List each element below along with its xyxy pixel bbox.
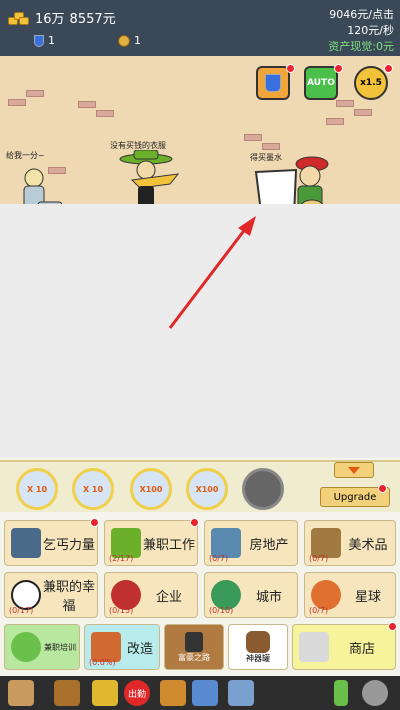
tab-count: (0/17) <box>9 606 34 615</box>
book-icon[interactable] <box>8 680 34 706</box>
tab-beggar-power[interactable]: 乞丐力量 <box>4 520 98 566</box>
tab-count: (0/7) <box>309 606 329 615</box>
money-bag-icon <box>118 34 130 47</box>
tab-count: (0/7) <box>209 554 229 563</box>
tab-label: 星球 <box>354 589 381 605</box>
bag-counter: 1 <box>118 34 141 47</box>
crown-icon[interactable] <box>92 680 118 706</box>
tab-label: 美术品 <box>348 537 388 553</box>
wall-brick <box>326 118 344 125</box>
notification-dot <box>190 518 199 527</box>
wall-brick <box>262 143 280 150</box>
skill-multiplier-1[interactable]: X 10 <box>16 468 58 510</box>
notification-dot <box>378 484 387 493</box>
lock-icon <box>185 631 203 652</box>
battery-icon <box>334 680 348 706</box>
tab-label: 神器罐 <box>246 653 270 663</box>
tab-label: 兼职工作 <box>142 537 195 553</box>
tab-label: 兼职培训 <box>44 642 76 652</box>
tab-label: 富豪之路 <box>178 652 210 662</box>
assets-value: :0元 <box>372 40 394 53</box>
potion-count: 1 <box>48 34 55 47</box>
tab-renovation[interactable]: 改造 (0.0%) <box>84 624 160 670</box>
skill-multiplier-3[interactable]: X100 <box>130 468 172 510</box>
money-display: 16万 8557元 <box>8 8 116 27</box>
tab-enterprise[interactable]: 企业 (0/15) <box>104 572 198 618</box>
wall-brick <box>8 99 26 106</box>
potion-counter: 1 <box>34 34 55 47</box>
potion-icon <box>265 74 281 92</box>
speed-boost-button[interactable]: x1.5 <box>354 66 388 100</box>
tab-count: (0/15) <box>109 606 134 615</box>
tutorial-arrow <box>168 216 256 329</box>
medal-icon[interactable] <box>160 680 186 706</box>
event-button[interactable]: 出勤 <box>124 680 150 706</box>
bottom-toolbar: 出勤 <box>0 676 400 710</box>
shopping-cart-icon <box>299 632 329 662</box>
tab-artifact-jar[interactable]: 神器罐 <box>228 624 288 670</box>
auto-click-button[interactable]: AUTO <box>304 66 338 100</box>
jar-icon <box>246 630 270 653</box>
tab-real-estate[interactable]: 房地产 (0/7) <box>204 520 298 566</box>
tab-part-time-job[interactable]: 兼职工作 (2/17) <box>104 520 198 566</box>
notification-dot <box>90 518 99 527</box>
chevron-down-icon <box>348 466 360 474</box>
skill-multiplier-2[interactable]: X 10 <box>72 468 114 510</box>
assets-label: 资产现觉 <box>328 40 373 53</box>
tab-part-time-happiness[interactable]: 兼职的幸福 (0/17) <box>4 572 98 618</box>
wall-brick <box>244 134 262 141</box>
tab-label: 商店 <box>348 641 375 657</box>
potion-icon <box>34 34 44 47</box>
tab-training[interactable]: 兼职培训 <box>4 624 80 670</box>
notification-dot <box>286 64 295 73</box>
winged-box-icon[interactable] <box>192 680 218 706</box>
beggar-power-icon <box>11 528 41 558</box>
tab-label: 乞丐力量 <box>42 537 95 553</box>
tab-count: (0.0%) <box>89 658 116 667</box>
tab-planet[interactable]: 星球 (0/7) <box>304 572 396 618</box>
treasure-chest-icon[interactable] <box>54 680 80 706</box>
alien-icon <box>11 632 41 662</box>
skill-locked-5[interactable] <box>242 468 284 510</box>
wall-brick <box>354 109 372 116</box>
tab-count: (0/10) <box>209 606 234 615</box>
tab-label: 房地产 <box>249 537 289 553</box>
tab-label: 城市 <box>255 589 282 605</box>
tab-art[interactable]: 美术品 (0/7) <box>304 520 396 566</box>
wall-brick <box>336 100 354 107</box>
potion-boost-button[interactable] <box>256 66 290 100</box>
notification-dot <box>334 64 343 73</box>
collapse-button[interactable] <box>334 462 374 478</box>
coin-stack-icon <box>8 9 30 27</box>
tab-city[interactable]: 城市 (0/10) <box>204 572 298 618</box>
assets-display: 资产现觉:0元 <box>328 38 394 54</box>
per-second-income: 120元/秒 <box>347 24 394 37</box>
notification-dot <box>388 622 397 631</box>
per-click-income: 9046元/点击 <box>329 8 394 21</box>
wall-brick <box>26 90 44 97</box>
tab-road-to-riches[interactable]: 富豪之路 <box>164 624 224 670</box>
cash-value: 8557元 <box>69 12 116 27</box>
notification-dot <box>384 64 393 73</box>
top-hud: 16万 8557元 1 1 9046元/点击 120元/秒 资产现觉:0元 <box>0 0 400 56</box>
tab-count: (0/7) <box>309 554 329 563</box>
tab-label: 兼职的幸福 <box>42 580 95 614</box>
tab-count: (2/17) <box>109 554 134 563</box>
tab-label: 企业 <box>155 589 182 605</box>
tab-label: 改造 <box>126 641 153 657</box>
gear-icon[interactable] <box>362 680 388 706</box>
tab-shop[interactable]: 商店 <box>292 624 396 670</box>
wall-brick <box>78 101 96 108</box>
map-icon[interactable] <box>228 680 254 706</box>
bag-count: 1 <box>134 34 141 47</box>
gold-value: 16万 <box>35 12 65 27</box>
skill-multiplier-4[interactable]: X100 <box>186 468 228 510</box>
wall-brick <box>96 110 114 117</box>
